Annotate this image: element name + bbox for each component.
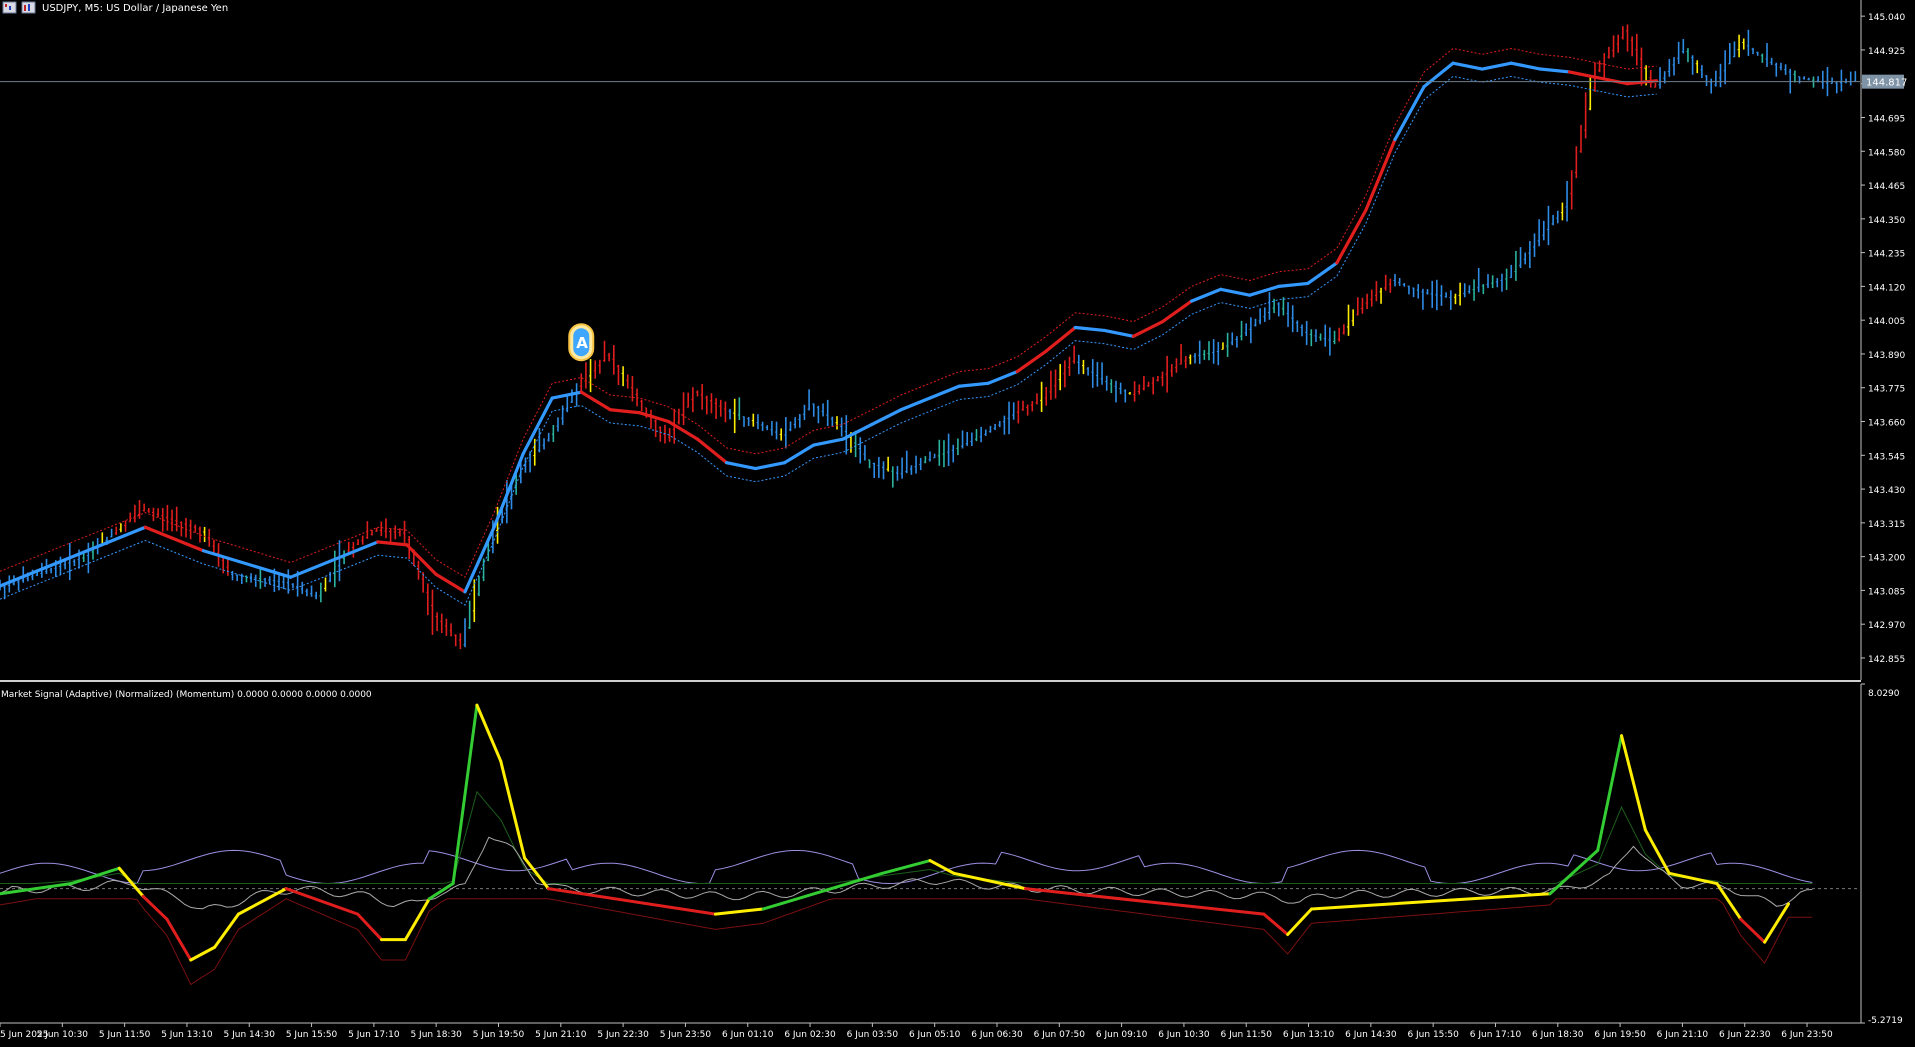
time-tick-label: 6 Jun 07:50 bbox=[1034, 1030, 1086, 1040]
price-tick-label: 145.040 bbox=[1868, 13, 1905, 23]
time-tick-label: 6 Jun 14:30 bbox=[1345, 1030, 1397, 1040]
price-tick-label: 143.890 bbox=[1868, 351, 1905, 361]
indicator-label: Market Signal (Adaptive) (Normalized) (M… bbox=[1, 690, 372, 700]
time-tick-label: 5 Jun 22:30 bbox=[597, 1030, 649, 1040]
time-tick-label: 5 Jun 23:50 bbox=[660, 1030, 712, 1040]
signal-label: A bbox=[576, 334, 588, 352]
price-tick-label: 143.315 bbox=[1868, 520, 1905, 530]
chart-window: A USDJPY, M5: US Dollar / Japanese Yen 1… bbox=[0, 0, 1915, 1043]
time-tick-label: 5 Jun 15:50 bbox=[286, 1030, 338, 1040]
price-tick-label: 143.430 bbox=[1868, 486, 1905, 496]
timeframe-icon[interactable] bbox=[21, 1, 36, 14]
price-tick-label: 143.200 bbox=[1868, 554, 1905, 564]
price-tick-label: 144.465 bbox=[1868, 182, 1905, 192]
time-tick-label: 6 Jun 18:30 bbox=[1532, 1030, 1584, 1040]
time-tick-label: 5 Jun 21:10 bbox=[535, 1030, 587, 1040]
price-tick-label: 143.545 bbox=[1868, 452, 1905, 462]
price-tick-label: 143.660 bbox=[1868, 419, 1905, 429]
time-tick-label: 6 Jun 06:30 bbox=[971, 1030, 1023, 1040]
price-tick-label: 144.580 bbox=[1868, 148, 1905, 158]
time-tick-label: 5 Jun 14:30 bbox=[224, 1030, 276, 1040]
chart-title: USDJPY, M5: US Dollar / Japanese Yen bbox=[42, 3, 228, 14]
time-tick-label: 6 Jun 10:30 bbox=[1158, 1030, 1210, 1040]
price-axis[interactable]: 145.040144.925144.810144.695144.580144.4… bbox=[1860, 0, 1905, 680]
time-axis[interactable]: 5 Jun 20255 Jun 10:30 5 Jun 11:50 5 Jun 13… bbox=[0, 1022, 1862, 1040]
price-tick-label: 144.005 bbox=[1868, 317, 1905, 327]
time-tick-label: 6 Jun 22:30 bbox=[1719, 1030, 1771, 1040]
indicator-tick-label: 8.0290 bbox=[1868, 689, 1900, 699]
price-tick-label: 144.235 bbox=[1868, 250, 1905, 260]
time-tick-label: 6 Jun 05:10 bbox=[909, 1030, 961, 1040]
time-tick-label: 6 Jun 15:50 bbox=[1407, 1030, 1459, 1040]
time-tick-label: 5 Jun 18:30 bbox=[410, 1030, 462, 1040]
time-tick-label: 6 Jun 11:50 bbox=[1221, 1030, 1273, 1040]
price-tick-label: 142.855 bbox=[1868, 655, 1905, 665]
time-tick-label: 6 Jun 17:10 bbox=[1470, 1030, 1522, 1040]
price-tick-label: 143.085 bbox=[1868, 587, 1905, 597]
indicator-axis[interactable]: 8.0290 -5.2719 bbox=[1860, 683, 1903, 1026]
time-tick-label: 6 Jun 03:50 bbox=[847, 1030, 899, 1040]
time-tick-label: 6 Jun 19:50 bbox=[1594, 1030, 1646, 1040]
time-tick-label: 6 Jun 01:10 bbox=[722, 1030, 774, 1040]
signal-marker[interactable]: A bbox=[568, 323, 595, 362]
time-tick-label: 5 Jun 13:10 bbox=[161, 1030, 213, 1040]
time-tick-label: 6 Jun 02:30 bbox=[784, 1030, 836, 1040]
chart-type-icon[interactable] bbox=[2, 1, 17, 14]
current-price-label: 144.817 bbox=[1862, 74, 1907, 89]
time-tick-label: 5 Jun 10:30 bbox=[37, 1030, 89, 1040]
time-tick-label: 5 Jun 17:10 bbox=[348, 1030, 400, 1040]
price-tick-label: 142.970 bbox=[1868, 621, 1905, 631]
price-tick-label: 143.775 bbox=[1868, 385, 1905, 395]
time-tick-label: 6 Jun 09:10 bbox=[1096, 1030, 1148, 1040]
time-tick-label: 6 Jun 21:10 bbox=[1657, 1030, 1709, 1040]
price-tick-label: 144.350 bbox=[1868, 216, 1905, 226]
current-price-value: 144.817 bbox=[1866, 78, 1907, 89]
time-tick-label: 6 Jun 13:10 bbox=[1283, 1030, 1335, 1040]
chart-canvas[interactable]: A USDJPY, M5: US Dollar / Japanese Yen 1… bbox=[0, 0, 1915, 1043]
price-tick-label: 144.925 bbox=[1868, 47, 1905, 57]
time-tick-label: 5 Jun 11:50 bbox=[99, 1030, 151, 1040]
indicator-pane[interactable]: Market Signal (Adaptive) (Normalized) (M… bbox=[0, 684, 1860, 1023]
price-pane[interactable]: A bbox=[0, 0, 1860, 680]
price-tick-label: 144.120 bbox=[1868, 283, 1905, 293]
time-tick-label: 6 Jun 23:50 bbox=[1781, 1030, 1833, 1040]
price-tick-label: 144.695 bbox=[1868, 114, 1905, 124]
time-tick-label: 5 Jun 19:50 bbox=[473, 1030, 525, 1040]
indicator-tick-label: -5.2719 bbox=[1868, 1016, 1903, 1026]
